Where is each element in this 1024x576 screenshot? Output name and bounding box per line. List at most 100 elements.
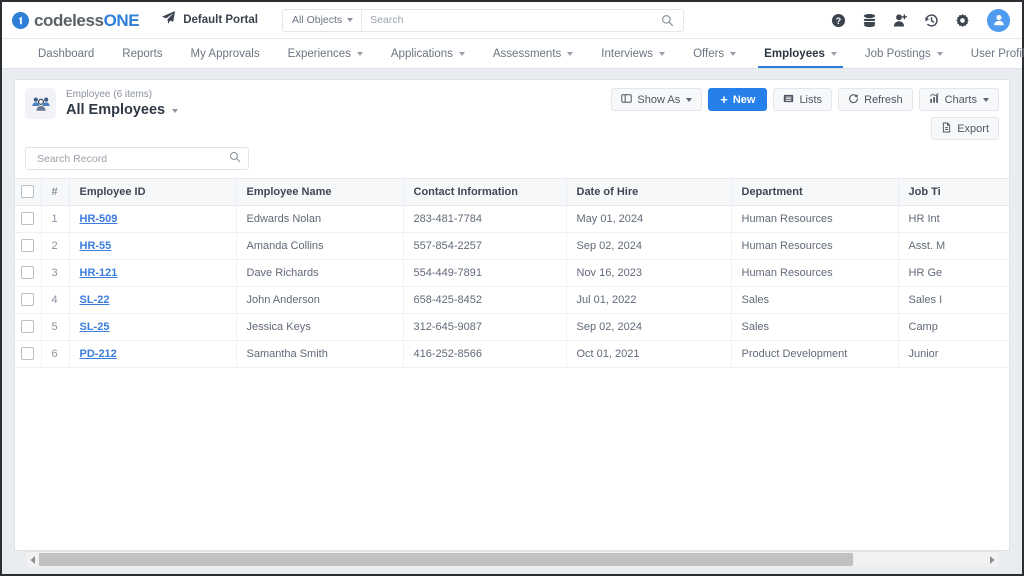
job-title-text: Sales I <box>909 294 943 306</box>
row-checkbox[interactable] <box>21 347 34 360</box>
table-row[interactable]: 1 HR-509 Edwards Nolan 283-481-7784 May … <box>15 205 1009 232</box>
nav-item-user-profile[interactable]: User Profile <box>957 39 1024 68</box>
avatar[interactable] <box>987 9 1010 32</box>
nav-item-my-approvals[interactable]: My Approvals <box>177 39 274 68</box>
refresh-button[interactable]: Refresh <box>838 88 913 111</box>
logo-mark-icon <box>12 12 29 29</box>
charts-label: Charts <box>945 94 977 106</box>
page-body: Employee (6 items) All Employees <box>2 69 1022 574</box>
nav-item-experiences[interactable]: Experiences <box>274 39 377 68</box>
row-checkbox[interactable] <box>21 266 34 279</box>
cell-employee-id: SL-22 <box>69 286 236 313</box>
cell-contact-information: 557-854-2257 <box>403 232 566 259</box>
row-select-cell <box>15 259 41 286</box>
row-checkbox[interactable] <box>21 239 34 252</box>
employee-id-link[interactable]: HR-121 <box>80 267 118 279</box>
export-icon <box>941 122 952 136</box>
list-toolbar: Show As + New <box>611 88 999 140</box>
employee-id-link[interactable]: HR-55 <box>80 240 112 252</box>
job-title-text: Asst. M <box>909 240 946 252</box>
row-checkbox[interactable] <box>21 320 34 333</box>
column-header-employee-id[interactable]: Employee ID <box>69 179 236 205</box>
employee-id-link[interactable]: PD-212 <box>80 348 117 360</box>
nav-item-job-postings[interactable]: Job Postings <box>851 39 957 68</box>
row-checkbox[interactable] <box>21 293 34 306</box>
job-title-text: HR Int <box>909 213 940 225</box>
employee-table: # Employee ID Employee Name Contact Info… <box>15 179 1009 368</box>
table-header-row: # Employee ID Employee Name Contact Info… <box>15 179 1009 205</box>
cell-contact-information: 416-252-8566 <box>403 340 566 367</box>
nav-item-offers[interactable]: Offers <box>679 39 750 68</box>
search-icon[interactable] <box>229 150 241 168</box>
search-record-field <box>25 147 249 170</box>
cell-contact-information: 312-645-9087 <box>403 313 566 340</box>
cell-contact-information: 554-449-7891 <box>403 259 566 286</box>
column-header-employee-name[interactable]: Employee Name <box>236 179 403 205</box>
cell-employee-id: HR-121 <box>69 259 236 286</box>
column-header-date-of-hire[interactable]: Date of Hire <box>566 179 731 205</box>
employee-id-link[interactable]: HR-509 <box>80 213 118 225</box>
row-select-cell <box>15 286 41 313</box>
table-row[interactable]: 4 SL-22 John Anderson 658-425-8452 Jul 0… <box>15 286 1009 313</box>
lists-button[interactable]: Lists <box>773 88 832 111</box>
export-label: Export <box>957 123 989 135</box>
nav-item-dashboard[interactable]: Dashboard <box>24 39 108 68</box>
search-record-input[interactable] <box>35 152 229 166</box>
scrollbar-thumb[interactable] <box>39 553 853 566</box>
portal-selector[interactable]: Default Portal <box>161 10 258 30</box>
chevron-down-icon[interactable] <box>172 109 178 113</box>
svg-text:?: ? <box>836 15 841 25</box>
nav-item-reports[interactable]: Reports <box>108 39 176 68</box>
global-search-input[interactable] <box>362 14 657 26</box>
column-header-index[interactable]: # <box>41 179 69 205</box>
refresh-label: Refresh <box>864 94 903 106</box>
logo-text: codelessONE <box>34 12 139 29</box>
column-header-job-title[interactable]: Job Ti <box>898 179 1009 205</box>
nav-item-employees[interactable]: Employees <box>750 39 851 68</box>
new-button[interactable]: + New <box>708 88 767 111</box>
scroll-left-arrow-icon[interactable] <box>26 556 39 564</box>
employee-id-link[interactable]: SL-22 <box>80 294 110 306</box>
table-row[interactable]: 6 PD-212 Samantha Smith 416-252-8566 Oct… <box>15 340 1009 367</box>
cell-job-title: HR Ge ••• <box>898 259 1009 286</box>
column-header-department[interactable]: Department <box>731 179 898 205</box>
nav-item-label: Employees <box>764 48 825 60</box>
history-icon[interactable] <box>923 12 940 29</box>
nav-item-assessments[interactable]: Assessments <box>479 39 587 68</box>
column-header-select <box>15 179 41 205</box>
cell-contact-information: 658-425-8452 <box>403 286 566 313</box>
cell-date-of-hire: Sep 02, 2024 <box>566 232 731 259</box>
list-title-row[interactable]: All Employees <box>66 102 178 119</box>
show-as-button[interactable]: Show As <box>611 88 702 111</box>
job-title-text: Junior <box>909 348 939 360</box>
gear-icon[interactable] <box>954 12 971 29</box>
column-header-contact-information[interactable]: Contact Information <box>403 179 566 205</box>
list-subtitle: Employee (6 items) <box>66 89 178 101</box>
nav-item-label: Assessments <box>493 48 561 60</box>
cell-employee-name: Amanda Collins <box>236 232 403 259</box>
job-title-text: HR Ge <box>909 267 943 279</box>
row-checkbox[interactable] <box>21 212 34 225</box>
chevron-down-icon <box>347 18 353 22</box>
select-all-checkbox[interactable] <box>21 185 34 198</box>
nav-item-applications[interactable]: Applications <box>377 39 479 68</box>
new-label: New <box>733 94 756 106</box>
search-icon[interactable] <box>657 14 683 27</box>
object-scope-dropdown[interactable]: All Objects <box>283 10 362 31</box>
scrollbar-track[interactable] <box>39 552 985 567</box>
table-row[interactable]: 3 HR-121 Dave Richards 554-449-7891 Nov … <box>15 259 1009 286</box>
database-icon[interactable] <box>861 12 878 29</box>
row-select-cell <box>15 313 41 340</box>
horizontal-scrollbar[interactable] <box>26 551 998 567</box>
help-icon[interactable]: ? <box>830 12 847 29</box>
app-logo[interactable]: codelessONE <box>12 12 139 29</box>
scroll-right-arrow-icon[interactable] <box>985 556 998 564</box>
employee-id-link[interactable]: SL-25 <box>80 321 110 333</box>
charts-button[interactable]: Charts <box>919 88 999 111</box>
table-row[interactable]: 2 HR-55 Amanda Collins 557-854-2257 Sep … <box>15 232 1009 259</box>
table-row[interactable]: 5 SL-25 Jessica Keys 312-645-9087 Sep 02… <box>15 313 1009 340</box>
cell-department: Human Resources <box>731 232 898 259</box>
nav-item-interviews[interactable]: Interviews <box>587 39 679 68</box>
export-button[interactable]: Export <box>931 117 999 140</box>
add-user-icon[interactable] <box>892 12 909 29</box>
